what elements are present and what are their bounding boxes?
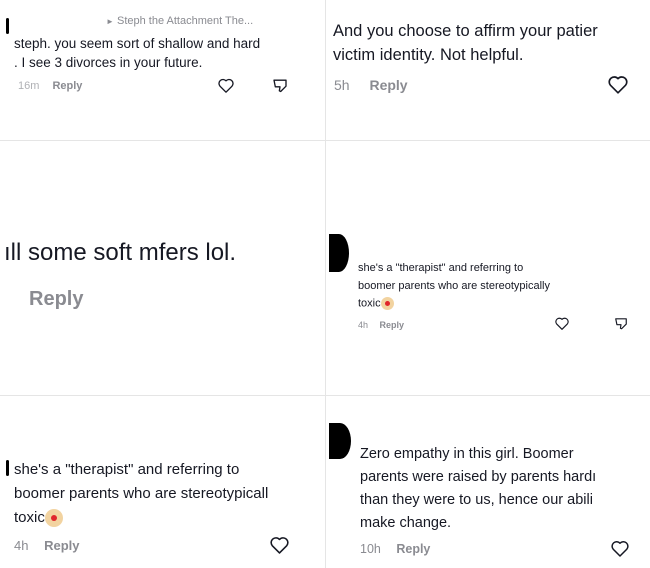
play-arrow-icon: ► [106,17,114,26]
comment-text-line: make change. [360,515,452,531]
collage-divider [0,395,650,396]
clown-emoji-icon [44,509,63,528]
timestamp: 10h [360,542,381,556]
comment-text-line: than they were to us, hence our abili [360,492,593,508]
avatar[interactable] [329,234,349,272]
comment-meta: 5h Reply [334,77,408,93]
collage-divider [325,0,326,568]
heart-icon[interactable] [611,540,629,557]
comment-text-line: victim identity. Not helpful. [333,46,524,64]
comment-text-line: toxic [14,509,63,528]
timestamp: 5h [334,77,350,93]
heart-icon[interactable] [218,78,234,93]
avatar-edge [6,460,9,476]
comment-meta: 4h Reply [14,538,80,553]
avatar-edge [6,18,9,34]
collage-divider [0,140,650,141]
comment-panel-2: And you choose to affirm your patier vic… [326,0,650,130]
clown-emoji-icon [380,297,394,310]
heart-icon[interactable] [608,75,628,94]
heart-icon[interactable] [555,317,569,330]
comment-text-line: she's a "therapist" and referring to [14,461,240,478]
comment-text-line: boomer parents who are stereotypicall [14,485,269,502]
comment-meta: 16m Reply [18,80,82,92]
comment-text-line: Zero empathy in this girl. Boomer [360,446,574,462]
dislike-icon[interactable] [272,78,288,93]
comment-text-line: And you choose to affirm your patier [333,22,598,40]
reply-button[interactable]: Reply [44,538,79,553]
comment-text-line: boomer parents who are stereotypically [358,280,550,292]
comment-text-line: she's a "therapist" and referring to [358,262,524,274]
comment-panel-6: Zero empathy in this girl. Boomer parent… [326,415,650,568]
dislike-icon[interactable] [614,317,628,330]
timestamp: 4h [14,538,29,553]
comment-meta: 10h Reply [360,542,430,556]
reply-button[interactable]: Reply [396,542,430,556]
comment-panel-5: she's a "therapist" and referring to boo… [0,450,325,568]
comment-panel-1: ► Steph the Attachment The... steph. you… [0,0,325,130]
comment-meta: 4h Reply [358,320,404,330]
reply-button[interactable]: Reply [380,320,405,330]
timestamp: 4h [358,320,369,330]
comment-panel-4: she's a "therapist" and referring to boo… [326,228,650,338]
reply-button[interactable]: Reply [369,77,407,93]
timestamp: 16m [18,80,40,92]
comment-text-line: toxic [358,297,394,310]
heart-icon[interactable] [270,536,289,554]
replying-to[interactable]: ► Steph the Attachment The... [106,15,253,27]
avatar[interactable] [329,423,351,459]
reply-button[interactable]: Reply [29,288,83,311]
comment-text-line: . I see 3 divorces in your future. [14,55,203,70]
reply-button[interactable]: Reply [52,80,82,92]
comment-panel-3: ıll some soft mfers lol. Reply [0,205,325,325]
comment-text-line: parents were raised by parents hardı [360,469,597,485]
comment-text-line: steph. you seem sort of shallow and hard [14,36,261,51]
comment-text-line: ıll some soft mfers lol. [4,239,237,266]
